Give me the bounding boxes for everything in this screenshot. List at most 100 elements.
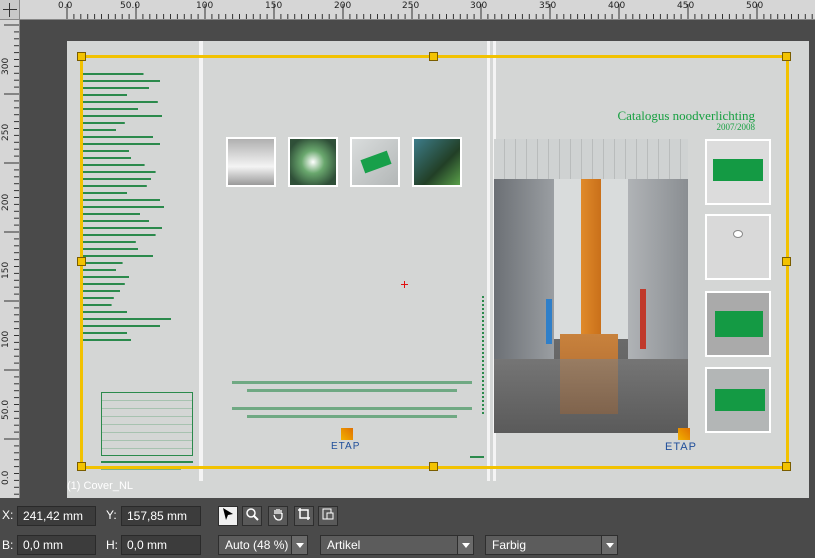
width-label: B: (2, 538, 14, 552)
ruler-left-label: 150 (1, 261, 11, 279)
zoom-tool-button[interactable] (242, 506, 262, 526)
index-line (83, 106, 193, 111)
horizontal-ruler[interactable]: 0.0 50.0 100 150 200 250 300 350 400 450… (20, 0, 815, 20)
product-thumbnail (350, 137, 400, 187)
chevron-down-icon (601, 536, 617, 554)
resize-handle[interactable] (782, 52, 791, 61)
etap-logo-mark-icon (678, 428, 690, 440)
index-line (83, 309, 193, 314)
back-cover-legend-table (101, 392, 193, 456)
color-mode-value: Farbig (492, 538, 527, 552)
ruler-left-label: 0.0 (1, 470, 11, 485)
emergency-sign-product (705, 139, 771, 205)
index-line (83, 218, 193, 223)
layer-value: Artikel (327, 538, 361, 552)
etap-logo-text: ETAP (665, 441, 697, 453)
index-line (83, 239, 193, 244)
ruler-left-label: 300 (1, 57, 11, 75)
etap-logo-text: ETAP (331, 441, 361, 452)
exit-sign-shape (715, 311, 763, 337)
index-line (83, 155, 193, 160)
zoom-select[interactable]: Auto (48 %) (218, 535, 308, 555)
resize-handle[interactable] (429, 462, 438, 471)
index-line (83, 176, 193, 181)
spread-name-label: (1) Cover_NL (67, 480, 134, 492)
index-line (83, 316, 193, 321)
ruler-left-label: 100 (1, 330, 11, 348)
ruler-top-label: 500 (746, 1, 764, 11)
page-tool-button[interactable] (318, 506, 338, 526)
ruler-left-label: 200 (1, 193, 11, 211)
resize-handle[interactable] (782, 462, 791, 471)
index-line (83, 85, 193, 90)
corridor-left-wall (494, 179, 554, 359)
index-line (83, 78, 193, 83)
vertical-ruler[interactable]: 300 250 200 150 100 50.0 0.0 (0, 20, 20, 498)
resize-handle[interactable] (77, 257, 86, 266)
exit-sign-shape (713, 159, 763, 181)
ruler-left-label: 50.0 (1, 399, 11, 420)
resize-handle[interactable] (77, 52, 86, 61)
index-line (83, 323, 193, 328)
crop-icon (298, 508, 310, 520)
y-coordinate-field[interactable]: 157,85 mm (121, 506, 201, 526)
resize-handle[interactable] (429, 52, 438, 61)
emergency-sign-product (705, 291, 771, 357)
chevron-down-icon (457, 536, 473, 554)
index-line (83, 232, 193, 237)
spine-gutter (487, 41, 490, 481)
index-line (83, 211, 193, 216)
index-line (83, 162, 193, 167)
exit-sign-shape (715, 389, 765, 411)
ruler-top-label: 350 (539, 1, 557, 11)
x-coordinate-field[interactable]: 241,42 mm (17, 506, 96, 526)
ruler-origin-button[interactable] (0, 0, 20, 20)
ruler-top-label: 300 (470, 1, 488, 11)
product-thumbnail (412, 137, 462, 187)
resize-handle[interactable] (77, 462, 86, 471)
height-field[interactable]: 0,0 mm (121, 535, 201, 555)
width-field[interactable]: 0,0 mm (17, 535, 96, 555)
index-line (83, 141, 193, 146)
ruler-left-label: 250 (1, 123, 11, 141)
index-line (83, 92, 193, 97)
corridor-right-wall (628, 179, 688, 359)
center-marker (404, 281, 405, 288)
address-line (247, 389, 457, 392)
corridor-photo (494, 139, 688, 433)
height-label: H: (106, 538, 118, 552)
hand-icon (273, 509, 283, 521)
index-line (83, 183, 193, 188)
page-mark (470, 456, 484, 458)
index-line (83, 253, 193, 258)
ruler-top-label: 0.0 (58, 1, 73, 11)
document-canvas[interactable]: ETAP Catalogus noodverlichting 2007/2008 (21, 21, 815, 498)
back-cover-index-list (83, 71, 193, 344)
etap-logo-mark-icon (341, 428, 353, 440)
layer-select[interactable]: Artikel (320, 535, 474, 555)
color-mode-select[interactable]: Farbig (485, 535, 618, 555)
ceiling-tiles (494, 139, 688, 179)
index-line (83, 169, 193, 174)
pointer-tool-button[interactable] (218, 506, 238, 526)
crop-tool-button[interactable] (294, 506, 314, 526)
index-line (83, 113, 193, 118)
ruler-top-label: 200 (334, 1, 352, 11)
index-line (83, 127, 193, 132)
resize-handle[interactable] (782, 257, 791, 266)
index-line (83, 148, 193, 153)
hand-tool-button[interactable] (268, 506, 288, 526)
x-label: X: (2, 508, 14, 522)
ruler-top-label: 250 (402, 1, 420, 11)
spread-page[interactable]: ETAP Catalogus noodverlichting 2007/2008 (67, 41, 809, 498)
ruler-top-label: 50.0 (120, 1, 141, 11)
red-door (640, 289, 646, 349)
index-line (83, 134, 193, 139)
index-line (83, 204, 193, 209)
spine-gutter (199, 41, 203, 481)
layout-app: 0.0 50.0 100 150 200 250 300 350 400 450… (0, 0, 815, 558)
ruler-top-label: 150 (265, 1, 283, 11)
exit-sign-shape (360, 150, 392, 174)
chevron-down-icon (291, 536, 307, 554)
index-line (83, 274, 193, 279)
